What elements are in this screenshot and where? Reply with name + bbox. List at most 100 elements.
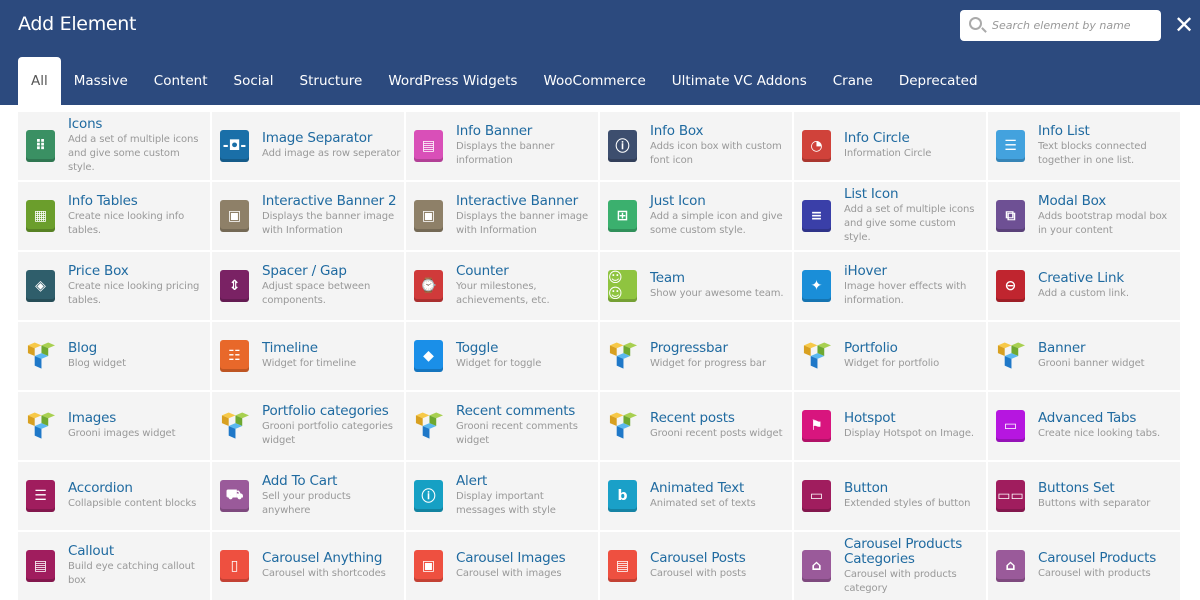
tab-crane[interactable]: Crane (820, 57, 886, 105)
element-description: Displays the banner image with Informati… (456, 211, 589, 236)
image-icon: ▣ (220, 200, 249, 232)
tab-deprecated[interactable]: Deprecated (886, 57, 991, 105)
tab-woocommerce[interactable]: WooCommerce (530, 57, 658, 105)
element-item[interactable]: ◈ Price Box Create nice looking pricing ta… (18, 252, 210, 320)
grooni-cube-icon (608, 410, 637, 442)
element-item[interactable]: -◘- Image Separator Add image as row seper… (212, 112, 404, 180)
element-item[interactable]: ⊞ Just Icon Add a simple icon and give som… (600, 182, 792, 250)
element-item[interactable]: ⠿ Icons Add a set of multiple icons and gi… (18, 112, 210, 180)
element-name: Info Tables (68, 193, 138, 209)
element-text: Info Circle Information Circle (844, 131, 984, 161)
element-text: Hotspot Display Hotspot on Image. (844, 411, 984, 441)
search-input[interactable] (992, 10, 1157, 41)
element-text: Modal Box Adds bootstrap modal box in you… (1038, 194, 1178, 238)
element-item[interactable]: ⧉ Modal Box Adds bootstrap modal box in yo… (988, 182, 1180, 250)
element-item[interactable]: Recent comments Grooni recent comments wi… (406, 392, 598, 460)
element-item[interactable]: b Animated Text Animated set of texts (600, 462, 792, 530)
element-description: Add image as row seperator (262, 148, 401, 159)
element-text: Carousel Anything Carousel with shortcode… (262, 551, 402, 581)
element-item[interactable]: Banner Grooni banner widget (988, 322, 1180, 390)
element-item[interactable]: ▤ Info Banner Displays the banner informat… (406, 112, 598, 180)
element-item[interactable]: ⛟ Add To Cart Sell your products anywhere (212, 462, 404, 530)
element-name: Banner (1038, 340, 1086, 356)
element-description: Sell your products anywhere (262, 491, 351, 516)
element-item[interactable]: ✦ iHover Image hover effects with informat… (794, 252, 986, 320)
element-description: Display Hotspot on Image. (844, 428, 975, 439)
element-description: Create nice looking pricing tables. (68, 281, 200, 306)
element-item[interactable]: Progressbar Widget for progress bar (600, 322, 792, 390)
element-item[interactable]: ▤ Callout Build eye catching callout box (18, 532, 210, 600)
element-item[interactable]: Images Grooni images widget (18, 392, 210, 460)
element-item[interactable]: ▣ Interactive Banner 2 Displays the banner… (212, 182, 404, 250)
element-name: Modal Box (1038, 193, 1107, 209)
close-icon[interactable]: ✕ (1174, 11, 1194, 39)
tab-all[interactable]: All (18, 57, 61, 105)
element-text: Icons Add a set of multiple icons and giv… (68, 117, 208, 175)
element-name: Callout (68, 543, 114, 559)
tab-content[interactable]: Content (141, 57, 221, 105)
element-item[interactable]: ▦ Info Tables Create nice looking info tab… (18, 182, 210, 250)
cart-icon: ⛟ (220, 480, 249, 512)
element-text: Animated Text Animated set of texts (650, 481, 790, 511)
element-item[interactable]: ⌂ Carousel Products Carousel with products (988, 532, 1180, 600)
element-description: Blog widget (68, 358, 126, 369)
element-description: Display important messages with style (456, 491, 556, 516)
element-item[interactable]: ⚑ Hotspot Display Hotspot on Image. (794, 392, 986, 460)
element-name: Carousel Anything (262, 550, 383, 566)
element-item[interactable]: ☺☺ Team Show your awesome team. (600, 252, 792, 320)
element-item[interactable]: Portfolio Widget for portfolio (794, 322, 986, 390)
tab-ultimate-vc-addons[interactable]: Ultimate VC Addons (659, 57, 820, 105)
element-text: Team Show your awesome team. (650, 271, 790, 301)
element-item[interactable]: ◆ Toggle Widget for toggle (406, 322, 598, 390)
element-item[interactable]: Recent posts Grooni recent posts widget (600, 392, 792, 460)
element-name: Counter (456, 263, 509, 279)
element-item[interactable]: ▭ Advanced Tabs Create nice looking tabs. (988, 392, 1180, 460)
element-name: Toggle (456, 340, 499, 356)
element-name: Recent comments (456, 403, 576, 419)
element-item[interactable]: ⓘ Alert Display important messages with st… (406, 462, 598, 530)
element-name: Images (68, 410, 117, 426)
element-item[interactable]: ▣ Carousel Images Carousel with images (406, 532, 598, 600)
grooni-cube-icon (608, 340, 637, 372)
element-text: Buttons Set Buttons with separator (1038, 481, 1178, 511)
element-description: Add a simple icon and give some custom s… (650, 211, 783, 236)
element-item[interactable]: ☷ Timeline Widget for timeline (212, 322, 404, 390)
element-name: Timeline (262, 340, 318, 356)
tab-massive[interactable]: Massive (61, 57, 141, 105)
info-circle-icon: ◔ (802, 130, 831, 162)
info-box-icon: ⓘ (608, 130, 637, 162)
element-name: Interactive Banner (456, 193, 578, 209)
element-item[interactable]: Blog Blog widget (18, 322, 210, 390)
element-description: Carousel with images (456, 568, 562, 579)
element-item[interactable]: ▭▭ Buttons Set Buttons with separator (988, 462, 1180, 530)
element-item[interactable]: Portfolio categories Grooni portfolio cat… (212, 392, 404, 460)
element-item[interactable]: ⓘ Info Box Adds icon box with custom font … (600, 112, 792, 180)
element-description: Carousel with products (1038, 568, 1151, 579)
element-text: Accordion Collapsible content blocks (68, 481, 208, 511)
element-description: Add a set of multiple icons and give som… (68, 134, 199, 173)
element-item[interactable]: ☰ Accordion Collapsible content blocks (18, 462, 210, 530)
search-box[interactable] (960, 10, 1161, 41)
element-text: Info List Text blocks connected together … (1038, 124, 1178, 168)
element-item[interactable]: ⌂ Carousel Products Categories Carousel wi… (794, 532, 986, 600)
tab-structure[interactable]: Structure (287, 57, 376, 105)
element-item[interactable]: ▯ Carousel Anything Carousel with shortcod… (212, 532, 404, 600)
element-item[interactable]: ⌚ Counter Your milestones, achievements, e… (406, 252, 598, 320)
element-item[interactable]: ◔ Info Circle Information Circle (794, 112, 986, 180)
element-item[interactable]: ▤ Carousel Posts Carousel with posts (600, 532, 792, 600)
element-text: Info Tables Create nice looking info tabl… (68, 194, 208, 238)
element-item[interactable]: ≡ List Icon Add a set of multiple icons an… (794, 182, 986, 250)
element-name: Animated Text (650, 480, 745, 496)
tab-wordpress-widgets[interactable]: WordPress Widgets (375, 57, 530, 105)
element-description: Collapsible content blocks (68, 498, 197, 509)
accordion-icon: ☰ (26, 480, 55, 512)
element-description: Adds bootstrap modal box in your content (1038, 211, 1168, 236)
element-item[interactable]: ▣ Interactive Banner Displays the banner i… (406, 182, 598, 250)
element-item[interactable]: ⇕ Spacer / Gap Adjust space between compon… (212, 252, 404, 320)
element-item[interactable]: ⊖ Creative Link Add a custom link. (988, 252, 1180, 320)
element-item[interactable]: ▭ Button Extended styles of button (794, 462, 986, 530)
tab-social[interactable]: Social (221, 57, 287, 105)
toggle-box-icon: ◆ (414, 340, 443, 372)
element-description: Grooni portfolio categories widget (262, 421, 393, 446)
element-item[interactable]: ☰ Info List Text blocks connected together… (988, 112, 1180, 180)
